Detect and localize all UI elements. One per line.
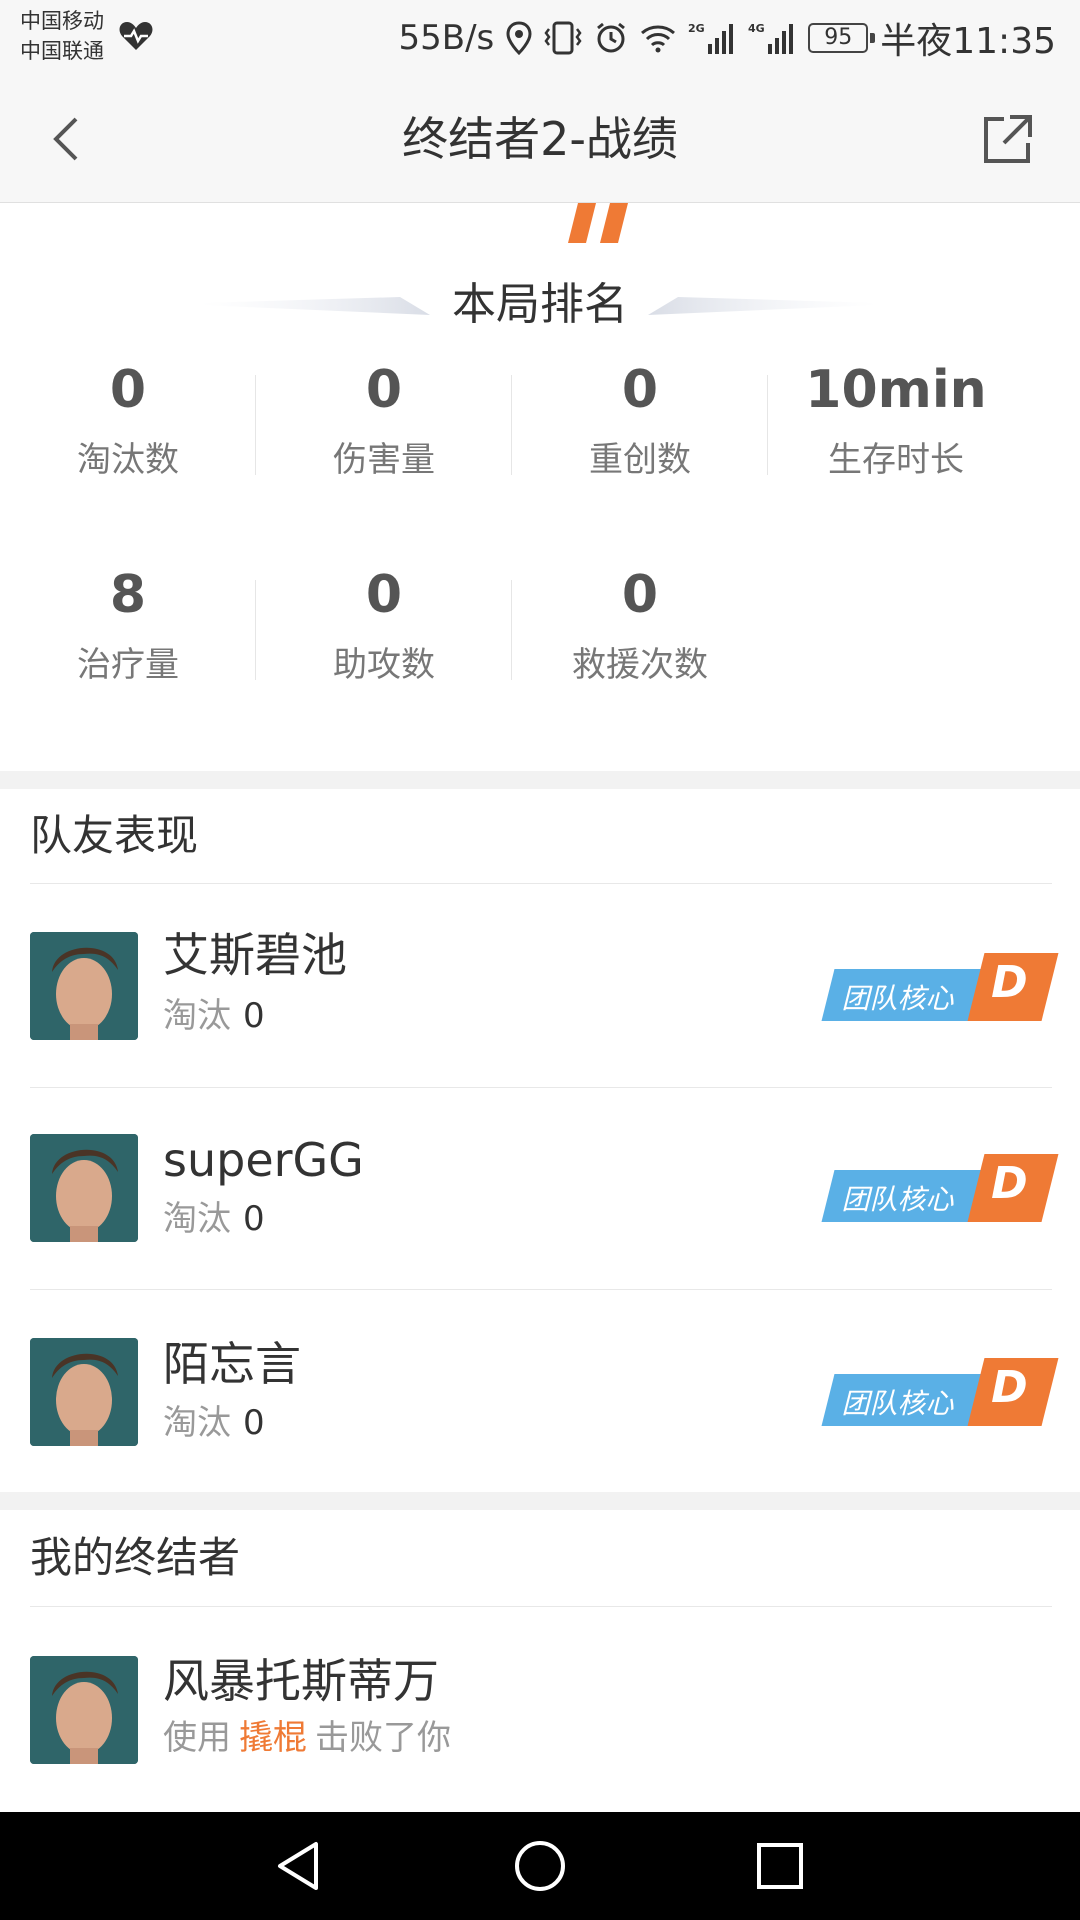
avatar <box>30 1134 138 1242</box>
wifi-icon <box>641 25 676 53</box>
section-divider <box>0 771 1080 789</box>
teammate-row[interactable]: 陌忘言 淘汰 0 团队核心 D <box>0 1290 1080 1490</box>
team-core-badge: 团队核心 D <box>821 1154 1059 1222</box>
killer-title: 我的终结者 <box>30 1533 241 1582</box>
vibrate-icon <box>544 21 582 55</box>
kills-value: 0 <box>243 1199 265 1239</box>
kills-value: 0 <box>243 996 265 1036</box>
weapon-name: 撬棍 <box>239 1718 307 1758</box>
player-name: 陌忘言 <box>163 1337 301 1391</box>
net-speed: 55B/s <box>398 18 495 58</box>
killer-row[interactable]: 风暴托斯蒂万 使用 撬棍 击败了你 <box>0 1607 1080 1807</box>
avatar <box>30 1338 138 1446</box>
stats-row-2: 8 治疗量 0 助攻数 0 救援次数 <box>0 565 1080 715</box>
teammate-row[interactable]: 艾斯碧池 淘汰 0 团队核心 D <box>0 885 1080 1085</box>
share-icon[interactable] <box>980 111 1036 167</box>
carrier-info: 中国移动 中国联通 <box>20 6 104 66</box>
section-divider <box>0 1492 1080 1510</box>
stat-label: 治疗量 <box>77 645 179 685</box>
stat-label: 重创数 <box>589 440 691 480</box>
avatar <box>30 1656 138 1764</box>
stat-value: 0 <box>109 360 147 420</box>
stat-label: 淘汰数 <box>77 440 179 480</box>
signal-4g-label: 4G <box>748 22 765 35</box>
stat-label: 救援次数 <box>572 645 708 685</box>
carrier-2: 中国联通 <box>20 39 104 63</box>
killed-prefix: 使用 <box>163 1718 231 1758</box>
kills-label: 淘汰 <box>163 996 231 1036</box>
badge-grade: D <box>991 1362 1028 1413</box>
badge-grade: D <box>991 1158 1028 1209</box>
divider <box>30 883 1052 884</box>
kills-value: 0 <box>243 1403 265 1443</box>
stat-value: 0 <box>365 360 403 420</box>
rank-stripes-decoration <box>568 203 628 243</box>
stat-label: 伤害量 <box>333 440 435 480</box>
clock: 半夜11:35 <box>880 21 1056 62</box>
stat-damage: 0 伤害量 <box>256 360 512 510</box>
stats-row-1: 0 淘汰数 0 伤害量 0 重创数 10min 生存时长 <box>0 360 1080 510</box>
stat-survival-time: 10min 生存时长 <box>768 360 1024 510</box>
carrier-1: 中国移动 <box>20 9 104 33</box>
stat-value: 8 <box>109 565 147 625</box>
signal-2g-icon: 2G <box>688 22 734 54</box>
team-core-badge: 团队核心 D <box>821 953 1059 1021</box>
killer-name: 风暴托斯蒂万 <box>163 1654 439 1708</box>
page-title: 终结者2-战绩 <box>402 112 678 166</box>
player-name: 艾斯碧池 <box>163 928 347 982</box>
stat-knockdowns: 0 重创数 <box>512 360 768 510</box>
recents-square-icon[interactable] <box>752 1838 808 1894</box>
location-icon <box>506 21 532 55</box>
teammate-row[interactable]: superGG 淘汰 0 团队核心 D <box>0 1088 1080 1288</box>
stat-kills: 0 淘汰数 <box>0 360 256 510</box>
signal-4g-icon: 4G <box>748 22 794 54</box>
stat-value: 0 <box>621 565 659 625</box>
stat-rescues: 0 救援次数 <box>512 565 768 715</box>
kills-label: 淘汰 <box>163 1403 231 1443</box>
killed-suffix: 击败了你 <box>315 1718 451 1758</box>
alarm-icon <box>597 22 626 53</box>
home-circle-icon[interactable] <box>512 1838 568 1894</box>
nav-bar: 终结者2-战绩 <box>0 75 1080 203</box>
badge-label: 团队核心 <box>841 1183 954 1216</box>
stat-value: 0 <box>365 565 403 625</box>
stat-value: 10min <box>805 360 987 420</box>
badge-grade: D <box>991 957 1028 1008</box>
back-triangle-icon[interactable] <box>272 1838 328 1894</box>
ranking-header: 本局排名 <box>0 203 1080 333</box>
signal-2g-label: 2G <box>688 22 705 35</box>
player-kills: 淘汰 0 <box>163 1196 265 1242</box>
battery-indicator: 95 <box>808 23 876 53</box>
system-nav-bar <box>0 1812 1080 1920</box>
stat-label: 助攻数 <box>333 645 435 685</box>
status-icons: 55B/s 2G 4G 95 半夜11:35 <box>398 14 1056 62</box>
stat-value: 0 <box>621 360 659 420</box>
ranking-title: 本局排名 <box>452 279 628 330</box>
stat-assists: 0 助攻数 <box>256 565 512 715</box>
player-name: superGG <box>163 1133 364 1187</box>
kills-label: 淘汰 <box>163 1199 231 1239</box>
player-kills: 淘汰 0 <box>163 1400 265 1446</box>
badge-label: 团队核心 <box>841 982 954 1015</box>
status-bar: 中国移动 中国联通 55B/s 2G 4G 95 半夜11:35 <box>0 0 1080 75</box>
team-core-badge: 团队核心 D <box>821 1358 1059 1426</box>
stat-healing: 8 治疗量 <box>0 565 256 715</box>
stat-label: 生存时长 <box>828 440 964 480</box>
heart-rate-icon <box>119 22 153 50</box>
avatar <box>30 932 138 1040</box>
badge-label: 团队核心 <box>841 1387 954 1420</box>
teammates-title: 队友表现 <box>30 811 199 860</box>
player-kills: 淘汰 0 <box>163 993 265 1039</box>
killed-by-text: 使用 撬棍 击败了你 <box>163 1715 451 1761</box>
